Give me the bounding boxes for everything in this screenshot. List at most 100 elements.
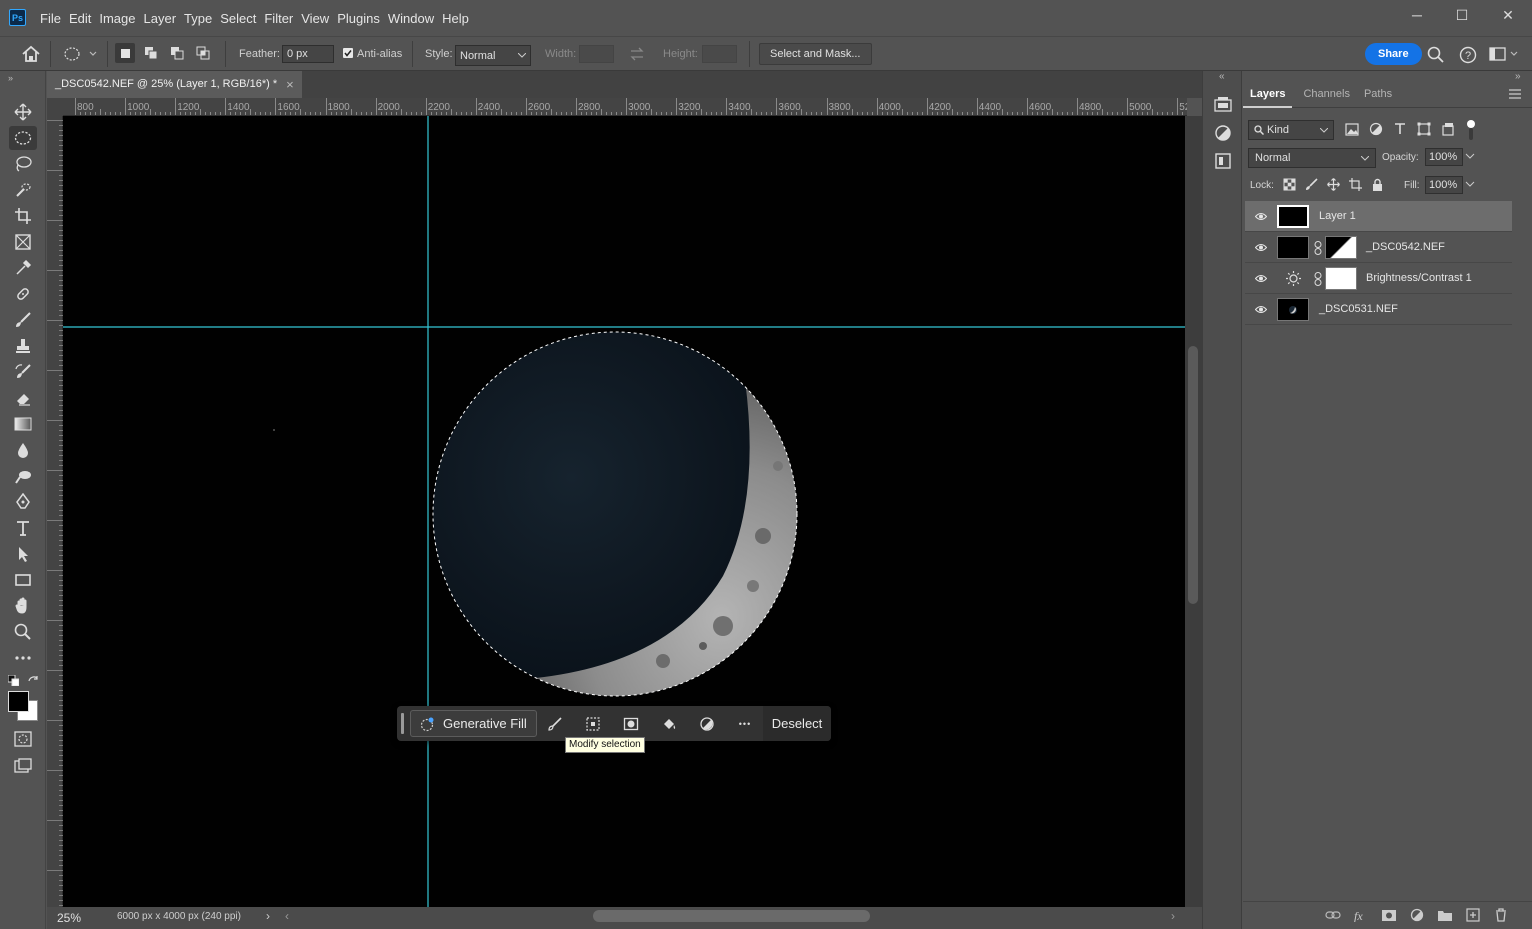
elliptical-marquee-tool-icon[interactable]: [9, 126, 37, 150]
mask-link-icon[interactable]: [1314, 241, 1322, 255]
help-icon[interactable]: ?: [1459, 46, 1477, 67]
antialias-checkbox[interactable]: [343, 48, 353, 58]
layer-name[interactable]: Brightness/Contrast 1: [1366, 272, 1472, 284]
style-select[interactable]: Normal: [455, 45, 531, 66]
modify-selection-icon[interactable]: [581, 713, 605, 734]
blend-mode-select[interactable]: Normal: [1248, 148, 1376, 168]
adjustment-layer-icon[interactable]: [695, 713, 719, 734]
share-button[interactable]: Share: [1365, 43, 1422, 65]
add-mask-icon[interactable]: [1381, 908, 1397, 922]
adjustments-panel-icon[interactable]: [1214, 124, 1232, 145]
close-window-button[interactable]: ✕: [1485, 0, 1531, 30]
rectangle-tool-icon[interactable]: [9, 568, 37, 592]
document-canvas[interactable]: [63, 116, 1185, 907]
layer-name[interactable]: Layer 1: [1319, 210, 1356, 222]
scroll-right-arrow-icon[interactable]: ›: [1171, 909, 1175, 923]
new-adjustment-layer-icon[interactable]: [1409, 908, 1425, 922]
brush-tool-icon[interactable]: [9, 308, 37, 332]
vertical-scrollbar[interactable]: [1185, 116, 1202, 907]
screen-mode-icon[interactable]: [9, 754, 37, 778]
filter-pixel-icon[interactable]: [1345, 122, 1359, 136]
height-input[interactable]: [702, 45, 737, 63]
lasso-tool-icon[interactable]: [9, 152, 37, 176]
path-selection-tool-icon[interactable]: [9, 542, 37, 566]
horizontal-scroll-thumb[interactable]: [593, 910, 870, 922]
generative-fill-button[interactable]: Generative Fill: [410, 710, 537, 737]
tab-channels[interactable]: Channels: [1296, 83, 1356, 108]
subtract-from-selection-icon[interactable]: [167, 43, 187, 63]
tab-layers[interactable]: Layers: [1243, 83, 1293, 108]
visibility-eye-icon[interactable]: [1255, 274, 1267, 283]
new-layer-icon[interactable]: [1465, 908, 1481, 922]
delete-layer-icon[interactable]: [1493, 908, 1509, 922]
object-selection-tool-icon[interactable]: [9, 178, 37, 202]
zoom-level[interactable]: 25%: [57, 911, 81, 925]
mask-link-icon[interactable]: [1314, 272, 1322, 286]
lock-transparency-icon[interactable]: [1283, 178, 1296, 191]
collapse-toolbar-icon[interactable]: »: [8, 73, 13, 83]
collapse-panel-icon[interactable]: »: [1515, 71, 1521, 82]
fill-selection-icon[interactable]: [657, 713, 681, 734]
menu-window[interactable]: Window: [386, 0, 440, 36]
pen-tool-icon[interactable]: [9, 490, 37, 514]
width-input[interactable]: [579, 45, 614, 63]
ruler-corner[interactable]: [47, 98, 63, 116]
menu-edit[interactable]: Edit: [67, 0, 97, 36]
add-to-selection-icon[interactable]: [141, 43, 161, 63]
document-tab[interactable]: _DSC0542.NEF @ 25% (Layer 1, RGB/16*) * …: [47, 71, 302, 98]
dodge-tool-icon[interactable]: [9, 464, 37, 488]
menu-image[interactable]: Image: [97, 0, 141, 36]
select-and-mask-button[interactable]: Select and Mask...: [759, 43, 872, 65]
lock-pixels-icon[interactable]: [1305, 178, 1318, 191]
filter-shape-icon[interactable]: [1417, 122, 1431, 136]
menu-file[interactable]: File: [38, 0, 67, 36]
vertical-scroll-thumb[interactable]: [1188, 346, 1198, 604]
history-brush-tool-icon[interactable]: [9, 360, 37, 384]
lock-artboard-icon[interactable]: [1349, 178, 1362, 191]
menu-layer[interactable]: Layer: [142, 0, 183, 36]
healing-brush-tool-icon[interactable]: [9, 282, 37, 306]
opacity-slider-chevron-icon[interactable]: [1465, 151, 1475, 161]
fill-slider-chevron-icon[interactable]: [1465, 179, 1475, 189]
visibility-eye-icon[interactable]: [1255, 305, 1267, 314]
menu-select[interactable]: Select: [218, 0, 262, 36]
tool-preset-picker[interactable]: [62, 46, 98, 65]
new-selection-icon[interactable]: [115, 43, 135, 63]
close-tab-icon[interactable]: ×: [286, 71, 294, 98]
swap-colors-icon[interactable]: [27, 675, 39, 690]
select-subject-brush-icon[interactable]: [543, 713, 567, 734]
layer-row-layer-1[interactable]: Layer 1: [1245, 201, 1512, 232]
horizontal-ruler[interactable]: 800 1000 1200 1400 1600 1800 2000 2200 2400 2600 2…: [63, 98, 1187, 116]
hand-tool-icon[interactable]: [9, 594, 37, 618]
filter-toggle[interactable]: [1466, 120, 1476, 140]
lock-all-icon[interactable]: [1371, 178, 1384, 191]
eyedropper-tool-icon[interactable]: [9, 256, 37, 280]
info-menu-arrow-icon[interactable]: ›: [266, 909, 270, 923]
tab-paths[interactable]: Paths: [1357, 83, 1399, 108]
move-tool-icon[interactable]: [9, 100, 37, 124]
link-layers-icon[interactable]: [1325, 908, 1341, 922]
menu-type[interactable]: Type: [182, 0, 218, 36]
layer-mask-thumbnail[interactable]: [1325, 236, 1357, 259]
brightness-icon[interactable]: [1285, 270, 1302, 287]
zoom-tool-icon[interactable]: [9, 620, 37, 644]
layer-name[interactable]: _DSC0542.NEF: [1366, 241, 1445, 253]
eraser-tool-icon[interactable]: [9, 386, 37, 410]
menu-help[interactable]: Help: [440, 0, 475, 36]
maximize-button[interactable]: ☐: [1439, 0, 1485, 30]
feather-input[interactable]: 0 px: [282, 45, 334, 63]
search-icon[interactable]: [1427, 46, 1444, 66]
default-colors-icon[interactable]: [7, 674, 20, 689]
fill-input[interactable]: 100%: [1425, 176, 1463, 194]
intersect-selection-icon[interactable]: [193, 43, 213, 63]
workspace-switcher-icon[interactable]: [1489, 47, 1519, 64]
lock-position-icon[interactable]: [1327, 178, 1340, 191]
collapse-dock-icon[interactable]: «: [1219, 71, 1225, 82]
menu-view[interactable]: View: [299, 0, 335, 36]
vertical-ruler[interactable]: [47, 116, 63, 907]
gradient-tool-icon[interactable]: [9, 412, 37, 436]
visibility-eye-icon[interactable]: [1255, 212, 1267, 221]
layer-mask-thumbnail[interactable]: [1325, 267, 1357, 290]
panel-menu-icon[interactable]: [1509, 89, 1521, 102]
edit-toolbar-icon[interactable]: [9, 646, 37, 670]
